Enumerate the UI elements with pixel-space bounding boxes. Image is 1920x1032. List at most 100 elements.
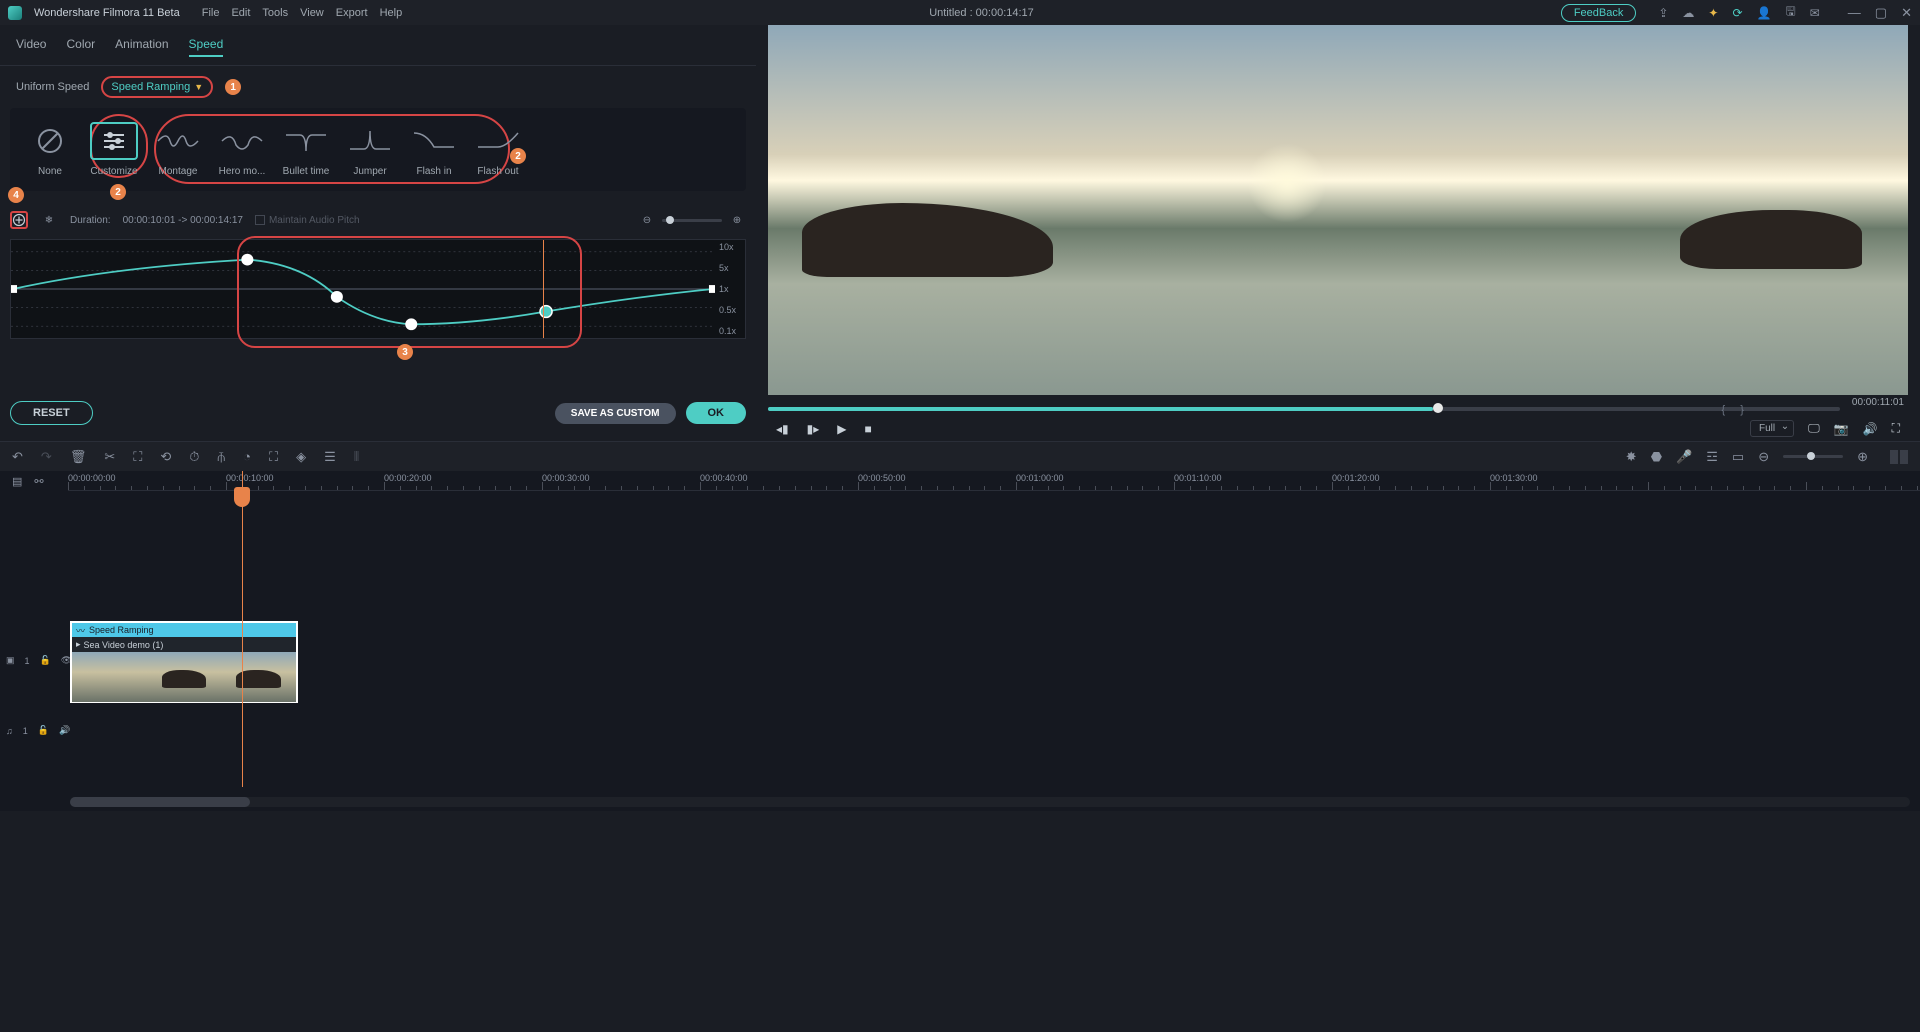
refresh-icon[interactable]: ⟳ (1732, 6, 1742, 20)
preset-flashin[interactable]: Flash in (404, 122, 464, 177)
scrubber-thumb[interactable] (1433, 403, 1443, 413)
upload-icon[interactable]: ⇪ (1658, 6, 1668, 20)
mixer-icon[interactable]: ☲ (1706, 449, 1718, 465)
delete-icon[interactable]: 🗑 (70, 449, 87, 465)
preset-none[interactable]: None (20, 122, 80, 177)
timeline-ruler[interactable]: 00:00:00:00 00:00:10:00 00:00:20:00 00:0… (68, 471, 1920, 491)
playhead-handle[interactable] (234, 487, 250, 507)
volume-icon[interactable]: 🔊 (1863, 422, 1878, 436)
undo-icon[interactable]: ↶ (12, 449, 23, 465)
tl-zoom-in-icon[interactable]: ⊕ (1857, 449, 1868, 465)
clip-title: Sea Video demo (1) (84, 640, 164, 650)
curve-playhead[interactable] (543, 240, 544, 338)
detach-icon[interactable]: ⛶ (269, 449, 278, 465)
duration-icon[interactable]: ◔ (243, 449, 251, 464)
menu-tools[interactable]: Tools (262, 7, 288, 19)
snap-icon[interactable]: ▭ (1732, 449, 1744, 465)
render-icon[interactable]: ✸ (1626, 449, 1637, 465)
close-icon[interactable]: ✕ (1901, 5, 1912, 21)
curve-svg (11, 240, 715, 338)
audio-icon[interactable]: ⫴ (354, 449, 359, 465)
save-custom-button[interactable]: SAVE AS CUSTOM (555, 403, 676, 424)
minimize-icon[interactable]: — (1848, 5, 1861, 21)
ok-button[interactable]: OK (686, 402, 747, 424)
tracks-icon[interactable]: ▤ (12, 475, 22, 488)
preset-customize[interactable]: Customize (84, 122, 144, 177)
menu-help[interactable]: Help (380, 7, 403, 19)
menu-export[interactable]: Export (336, 7, 368, 19)
badge-3: 3 (397, 344, 413, 360)
adjust-icon[interactable]: ☰ (324, 449, 336, 465)
subtab-uniform[interactable]: Uniform Speed (16, 81, 89, 93)
menu-view[interactable]: View (300, 7, 324, 19)
curve-zoom: ⊖ ⊕ (638, 211, 746, 229)
preset-hero[interactable]: Hero mo... (212, 122, 272, 177)
quality-select[interactable]: Full (1750, 420, 1794, 437)
monitor-icon[interactable]: 🖵 (1808, 421, 1820, 436)
feedback-button[interactable]: FeedBack (1561, 4, 1637, 22)
freeze-icon[interactable]: ❄ (40, 211, 58, 229)
timeline-body[interactable]: ▣ 1 🔓 👁 ♫ 1 🔓 🔊 〰 Speed Ramping ▸ Sea Vi… (0, 491, 1920, 771)
prev-frame-icon[interactable]: ◂▮ (776, 422, 789, 436)
play-icon[interactable]: ▶ (837, 422, 846, 436)
timeline-playhead[interactable] (242, 471, 243, 787)
preview-video[interactable] (768, 25, 1908, 395)
redo-icon[interactable]: ↷ (41, 449, 52, 465)
reset-button[interactable]: RESET (10, 401, 93, 425)
snapshot-icon[interactable]: 📷 (1834, 422, 1849, 436)
mail-icon[interactable]: ✉ (1810, 6, 1820, 20)
tab-animation[interactable]: Animation (115, 33, 168, 57)
keyframe-icon[interactable]: ◈ (296, 449, 306, 465)
speed-curve[interactable]: 10x 5x 1x 0.5x 0.1x 3 (10, 239, 746, 339)
preset-jumper[interactable]: Jumper (340, 122, 400, 177)
zoom-slider[interactable] (662, 219, 722, 222)
add-keyframe-icon[interactable] (10, 211, 28, 229)
maximize-icon[interactable]: ▢ (1875, 5, 1887, 21)
preset-flashout[interactable]: Flash out (468, 122, 528, 177)
subtab-speed-ramping[interactable]: Speed Ramping ▼ (101, 76, 213, 98)
zoom-thumb[interactable] (666, 216, 674, 224)
cloud-icon[interactable]: ☁ (1682, 6, 1694, 20)
audio-mute-icon[interactable]: 🔊 (59, 725, 70, 736)
user-icon[interactable]: 👤 (1757, 6, 1772, 20)
timeline-scrollbar[interactable] (70, 797, 1910, 807)
audio-meters (1890, 450, 1908, 464)
video-track-icon[interactable]: ▣ (6, 655, 15, 666)
rotate-icon[interactable]: ⟲ (160, 449, 171, 465)
clip-effect-label: Speed Ramping (89, 625, 154, 635)
preview-scrubber[interactable]: { } (768, 407, 1840, 411)
audio-lock-icon[interactable]: 🔓 (38, 725, 49, 736)
next-frame-icon[interactable]: ▮▸ (807, 422, 820, 436)
zoom-in-icon[interactable]: ⊕ (728, 211, 746, 229)
speed-icon[interactable]: ⏱ (189, 449, 199, 465)
tab-speed[interactable]: Speed (189, 33, 224, 57)
preset-hero-label: Hero mo... (219, 166, 266, 177)
fullscreen-icon[interactable]: ⛶ (1892, 421, 1900, 436)
timeline-scroll-thumb[interactable] (70, 797, 250, 807)
marker2-icon[interactable]: ⬣ (1651, 449, 1662, 465)
mic-icon[interactable]: 🎤 (1676, 449, 1692, 465)
split-icon[interactable]: ✂ (104, 449, 115, 465)
preset-bullet[interactable]: Bullet time (276, 122, 336, 177)
zoom-out-icon[interactable]: ⊖ (638, 211, 656, 229)
link-icon[interactable]: ⚯ (34, 475, 43, 488)
tab-video[interactable]: Video (16, 33, 46, 57)
menu-file[interactable]: File (202, 7, 220, 19)
idea-icon[interactable]: ✦ (1708, 6, 1718, 20)
video-clip[interactable]: 〰 Speed Ramping ▸ Sea Video demo (1) (70, 621, 298, 703)
tl-zoom-slider[interactable] (1783, 455, 1843, 458)
save-icon[interactable]: 🖫 (1786, 2, 1796, 23)
video-lock-icon[interactable]: 🔓 (40, 655, 51, 666)
preset-montage[interactable]: Montage (148, 122, 208, 177)
stop-icon[interactable]: ■ (865, 422, 872, 436)
panel-buttons: RESET SAVE AS CUSTOM OK (0, 385, 756, 435)
maintain-pitch-checkbox[interactable]: Maintain Audio Pitch (255, 215, 360, 226)
marker-add-icon[interactable]: ⫚ (217, 449, 225, 465)
tab-color[interactable]: Color (66, 33, 95, 57)
tl-zoom-thumb[interactable] (1807, 452, 1815, 460)
video-track-controls: ▣ 1 🔓 👁 (0, 655, 72, 666)
label-5x: 5x (719, 263, 741, 273)
crop-icon[interactable]: ⛶ (133, 449, 142, 465)
tl-zoom-out-icon[interactable]: ⊖ (1758, 449, 1769, 465)
menu-edit[interactable]: Edit (231, 7, 250, 19)
